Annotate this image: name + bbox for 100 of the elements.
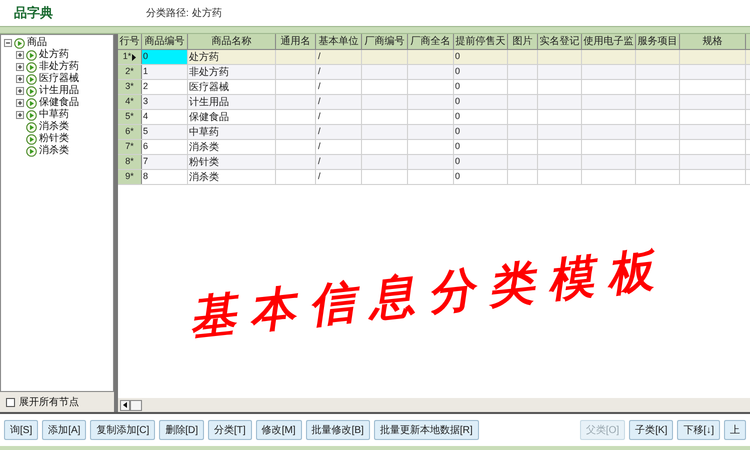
toolbar-button[interactable]: 分类[T] — [208, 420, 252, 440]
table-row[interactable]: 6* 5 中草药 / 0 — [118, 125, 750, 140]
expand-icon[interactable] — [16, 99, 24, 107]
row-number: 3* — [125, 80, 134, 94]
column-header[interactable]: 行号 — [118, 34, 142, 49]
column-header[interactable]: 厂商编号 — [362, 34, 408, 49]
table-cell-text: 8 — [143, 170, 148, 184]
table-cell-text: / — [318, 80, 321, 94]
table-cell-text: 消杀类 — [189, 140, 219, 154]
table-cell-text: 0 — [143, 50, 148, 64]
row-pointer-icon — [132, 54, 136, 60]
table-cell-text: / — [318, 110, 321, 124]
column-header[interactable]: 通用名 — [276, 34, 316, 49]
table-row[interactable]: 5* 4 保健食品 / 0 — [118, 110, 750, 125]
table-cell-text: / — [318, 140, 321, 154]
play-circle-icon — [26, 122, 37, 132]
toolbar-button[interactable]: 询[S] — [4, 420, 38, 440]
column-header[interactable]: 基本单位 — [316, 34, 362, 49]
tree-item[interactable]: 商品 — [27, 38, 47, 48]
column-header[interactable]: 商品名称 — [188, 34, 276, 49]
table-row[interactable]: 8* 7 粉针类 / 0 — [118, 155, 750, 170]
toolbar-button[interactable]: 下移[↓] — [677, 420, 720, 440]
row-number: 5* — [125, 110, 134, 124]
play-circle-icon — [14, 38, 25, 48]
tree-item[interactable]: 医疗器械 — [39, 74, 79, 84]
checkbox-label: 展开所有节点 — [19, 396, 79, 410]
table-cell-text: 0 — [455, 65, 460, 78]
scroll-left-button[interactable] — [120, 400, 130, 410]
table-cell-text: / — [318, 50, 321, 64]
table-cell-text: 3 — [143, 95, 148, 108]
table-row[interactable]: 3* 2 医疗器械 / 0 — [118, 80, 750, 95]
column-header[interactable]: 提前停售天 — [454, 34, 508, 49]
tree-item[interactable]: 处方药 — [39, 50, 69, 60]
play-circle-icon — [26, 98, 37, 108]
column-header[interactable]: 服务项目 — [636, 34, 680, 49]
toolbar-button[interactable]: 子类[K] — [629, 420, 674, 440]
play-circle-icon — [26, 110, 37, 120]
left-arrow-icon — [123, 402, 127, 408]
table-cell-text: / — [318, 125, 321, 138]
table-cell-text: 消杀类 — [189, 170, 219, 184]
table-cell-text: / — [318, 170, 321, 184]
collapse-icon[interactable] — [4, 39, 12, 47]
table-cell-text: 5 — [143, 125, 148, 138]
table-cell-text: 计生用品 — [189, 96, 229, 110]
overlay-caption: 基本信息分类模板 — [186, 240, 670, 347]
toolbar-button[interactable]: 复制添加[C] — [90, 420, 156, 440]
expand-icon[interactable] — [16, 63, 24, 71]
table-row[interactable]: 9* 8 消杀类 / 0 — [118, 170, 750, 185]
table-cell-text: 0 — [455, 50, 460, 64]
column-header[interactable]: 规格 — [680, 34, 746, 49]
tree-item[interactable]: 非处方药 — [39, 62, 79, 72]
expand-icon[interactable] — [16, 75, 24, 83]
table-cell-text: / — [318, 65, 321, 78]
row-number: 8* — [125, 155, 134, 168]
table-cell-text: 7 — [143, 155, 148, 168]
expand-icon[interactable] — [16, 111, 24, 119]
table-cell-text: 0 — [455, 155, 460, 168]
table-cell-text: 0 — [455, 110, 460, 124]
row-number: 4* — [125, 95, 134, 108]
column-header[interactable]: 实名登记 — [538, 34, 582, 49]
tree-item[interactable]: 粉针类 — [39, 134, 69, 144]
play-circle-icon — [26, 74, 37, 84]
table-cell-text: 处方药 — [189, 50, 219, 64]
tree-item[interactable]: 计生用品 — [39, 86, 79, 96]
tree-item[interactable]: 消杀类 — [39, 122, 69, 132]
toolbar-button[interactable]: 修改[M] — [256, 420, 302, 440]
table-cell-text: 医疗器械 — [189, 80, 229, 94]
column-header[interactable]: 使用电子监 — [582, 34, 636, 49]
toolbar-button[interactable]: 上 — [724, 420, 746, 440]
table-cell-text: 保健食品 — [189, 110, 229, 124]
expand-icon[interactable] — [16, 51, 24, 59]
column-header[interactable]: 图片 — [508, 34, 538, 49]
column-header[interactable]: 商品编号 — [142, 34, 188, 49]
table-cell-text: 0 — [455, 170, 460, 184]
row-number: 2* — [125, 65, 134, 78]
checkbox[interactable] — [6, 398, 15, 406]
tree-item[interactable]: 保健食品 — [39, 98, 79, 108]
table-row[interactable]: 4* 3 计生用品 / 0 — [118, 95, 750, 110]
expand-icon[interactable] — [16, 87, 24, 95]
toolbar-button[interactable]: 删除[D] — [159, 420, 204, 440]
table-cell-text: 0 — [455, 140, 460, 154]
column-header[interactable]: 厂商全名 — [408, 34, 454, 49]
tree-item[interactable]: 消杀类 — [39, 146, 69, 156]
toolbar-button[interactable]: 添加[A] — [42, 420, 86, 440]
row-number: 1* — [122, 50, 132, 64]
toolbar-button[interactable]: 批量更新本地数据[R] — [374, 420, 479, 440]
table-cell-text: / — [318, 155, 321, 168]
play-circle-icon — [26, 50, 37, 60]
path-value: 处方药 — [192, 6, 222, 20]
table-row[interactable]: 1* 0 处方药 / 0 — [118, 50, 750, 65]
table-cell-text: 0 — [455, 95, 460, 108]
scroll-thumb[interactable] — [130, 400, 142, 410]
window-title: 品字典 — [14, 4, 54, 22]
table-row[interactable]: 7* 6 消杀类 / 0 — [118, 140, 750, 155]
table-cell-text: 1 — [143, 65, 148, 78]
play-circle-icon — [26, 62, 37, 72]
table-row[interactable]: 2* 1 非处方药 / 0 — [118, 65, 750, 80]
tree-item[interactable]: 中草药 — [39, 110, 69, 120]
table-cell-text: / — [318, 95, 321, 108]
toolbar-button[interactable]: 批量修改[B] — [306, 420, 370, 440]
